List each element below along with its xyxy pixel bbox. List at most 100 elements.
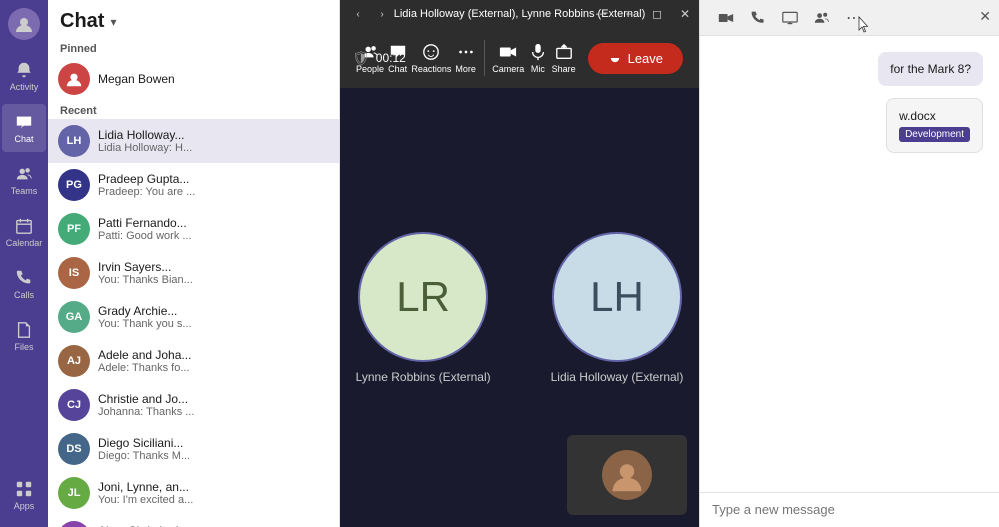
back-button[interactable]: ‹ (348, 4, 368, 24)
avatar-grady: GA (58, 301, 90, 333)
chat-preview-christie: Johanna: Thanks ... (98, 406, 329, 418)
sidebar: Activity Chat Teams Calendar Calls Files… (0, 0, 48, 527)
shield-icon: 🛡 (352, 50, 370, 67)
chat-info-christie: Christie and Jo... Johanna: Thanks ... (98, 392, 329, 418)
chat-name-joni: Joni, Lynne, an... (98, 480, 329, 494)
sidebar-item-activity[interactable]: Activity (2, 52, 46, 100)
chat-info-joni: Joni, Lynne, an... You: I'm excited a... (98, 480, 329, 506)
chat-preview-joni: You: I'm excited a... (98, 494, 329, 506)
chat-item-christie[interactable]: CJ Christie and Jo... Johanna: Thanks ..… (48, 383, 339, 427)
chat-info-pradeep: Pradeep Gupta... Pradeep: You are ... (98, 172, 329, 198)
chat-info-lidia: Lidia Holloway... Lidia Holloway: H... (98, 128, 329, 154)
chat-info-megan: Megan Bowen (98, 72, 329, 86)
chat-item-pradeep[interactable]: PG Pradeep Gupta... Pradeep: You are ... (48, 163, 339, 207)
sidebar-item-chat-label: Chat (14, 134, 33, 144)
right-panel: ⋯ ✕ for the Mark 8? w.docx Development (699, 0, 999, 527)
chat-item-lidia[interactable]: LH Lidia Holloway... Lidia Holloway: H..… (48, 119, 339, 163)
participant-avatar-lr: LR (358, 232, 488, 362)
chat-panel-title: Chat (60, 10, 104, 33)
avatar-diego: DS (58, 433, 90, 465)
call-body: LR Lynne Robbins (External) LH Lidia Hol… (340, 88, 699, 527)
chat-info-irvin: Irvin Sayers... You: Thanks Bian... (98, 260, 329, 286)
chat-preview-pradeep: Pradeep: You are ... (98, 186, 329, 198)
chat-item-patti[interactable]: PF Patti Fernando... Patti: Good work ..… (48, 207, 339, 251)
chat-item-diego[interactable]: DS Diego Siciliani... Diego: Thanks M... (48, 427, 339, 471)
sidebar-item-calendar[interactable]: Calendar (2, 208, 46, 256)
toolbar-more-label: More (455, 64, 476, 74)
toolbar-mic-label: Mic (531, 64, 545, 74)
minimize-button[interactable]: − (615, 0, 643, 28)
leave-button[interactable]: Leave (588, 43, 683, 74)
audio-call-icon[interactable] (744, 4, 772, 32)
chat-name-christie: Christie and Jo... (98, 392, 329, 406)
avatar-irvin: IS (58, 257, 90, 289)
right-panel-close-button[interactable]: ✕ (979, 8, 991, 25)
participant-avatar-lh: LH (552, 232, 682, 362)
chat-info-grady: Grady Archie... You: Thank you s... (98, 304, 329, 330)
toolbar-share-button[interactable]: Share (552, 32, 576, 84)
avatar-christie: CJ (58, 389, 90, 421)
chat-item-alex[interactable]: AC Alex, Christie, I... Johanna: Christi… (48, 515, 339, 527)
restore-button[interactable]: ◻ (643, 0, 671, 28)
call-timer-text: 00:12 (376, 51, 406, 65)
participants-icon[interactable] (808, 4, 836, 32)
user-avatar[interactable] (8, 8, 40, 40)
call-timer: 🛡 00:12 (352, 50, 406, 67)
pinned-chat-megan[interactable]: Megan Bowen (48, 57, 339, 101)
call-window-controls: ⋯ − ◻ ✕ (587, 0, 699, 28)
chat-info-diego: Diego Siciliani... Diego: Thanks M... (98, 436, 329, 462)
participant-name-lh: Lidia Holloway (External) (551, 370, 684, 384)
sidebar-item-files-label: Files (14, 342, 33, 352)
file-tag: Development (899, 127, 970, 142)
chat-name-adele: Adele and Joha... (98, 348, 329, 362)
message-bubble-1: for the Mark 8? (878, 52, 983, 86)
avatar-alex: AC (58, 521, 90, 527)
chat-preview-diego: Diego: Thanks M... (98, 450, 329, 462)
message-area: for the Mark 8? w.docx Development (700, 36, 999, 492)
avatar-adele: AJ (58, 345, 90, 377)
leave-label: Leave (628, 51, 663, 66)
close-button[interactable]: ✕ (671, 0, 699, 28)
chat-name-diego: Diego Siciliani... (98, 436, 329, 450)
toolbar-camera-button[interactable]: Camera (492, 32, 524, 84)
call-title-bar: ‹ › Lidia Holloway (External), Lynne Rob… (340, 0, 699, 28)
avatar-megan (58, 63, 90, 95)
chat-preview-adele: Adele: Thanks fo... (98, 362, 329, 374)
sidebar-item-chat[interactable]: Chat (2, 104, 46, 152)
toolbar-share-label: Share (552, 64, 576, 74)
chat-item-irvin[interactable]: IS Irvin Sayers... You: Thanks Bian... (48, 251, 339, 295)
self-preview-avatar (602, 450, 652, 500)
chat-item-grady[interactable]: GA Grady Archie... You: Thank you s... (48, 295, 339, 339)
call-toolbar: 🛡 00:12 People Chat Reactions More (340, 28, 699, 88)
message-input[interactable] (712, 502, 987, 517)
chat-preview-lidia: Lidia Holloway: H... (98, 142, 329, 154)
forward-button[interactable]: › (372, 4, 392, 24)
call-window: ‹ › Lidia Holloway (External), Lynne Rob… (340, 0, 699, 527)
screen-share-icon[interactable] (776, 4, 804, 32)
video-call-icon[interactable] (712, 4, 740, 32)
chat-chevron-icon[interactable]: ▾ (110, 15, 116, 29)
chat-item-adele[interactable]: AJ Adele and Joha... Adele: Thanks fo... (48, 339, 339, 383)
more-actions-icon[interactable]: ⋯ (840, 4, 868, 32)
toolbar-reactions-button[interactable]: Reactions (411, 32, 451, 84)
toolbar-camera-label: Camera (492, 64, 524, 74)
sidebar-item-teams[interactable]: Teams (2, 156, 46, 204)
avatar-joni: JL (58, 477, 90, 509)
toolbar-reactions-label: Reactions (411, 64, 451, 74)
chat-name-patti: Patti Fernando... (98, 216, 329, 230)
chat-preview-grady: You: Thank you s... (98, 318, 329, 330)
avatar-patti: PF (58, 213, 90, 245)
sidebar-item-calls[interactable]: Calls (2, 260, 46, 308)
sidebar-item-files[interactable]: Files (2, 312, 46, 360)
toolbar-more-button[interactable]: More (455, 32, 476, 84)
toolbar-mic-button[interactable]: Mic (528, 32, 547, 84)
more-options-icon[interactable]: ⋯ (587, 0, 615, 28)
chat-name-grady: Grady Archie... (98, 304, 329, 318)
sidebar-item-calls-label: Calls (14, 290, 34, 300)
chat-header: Chat ▾ (48, 0, 339, 39)
main-area: ‹ › Lidia Holloway (External), Lynne Rob… (340, 0, 699, 527)
sidebar-item-teams-label: Teams (11, 186, 38, 196)
sidebar-item-apps[interactable]: Apps (2, 471, 46, 519)
chat-item-joni[interactable]: JL Joni, Lynne, an... You: I'm excited a… (48, 471, 339, 515)
chat-preview-irvin: You: Thanks Bian... (98, 274, 329, 286)
